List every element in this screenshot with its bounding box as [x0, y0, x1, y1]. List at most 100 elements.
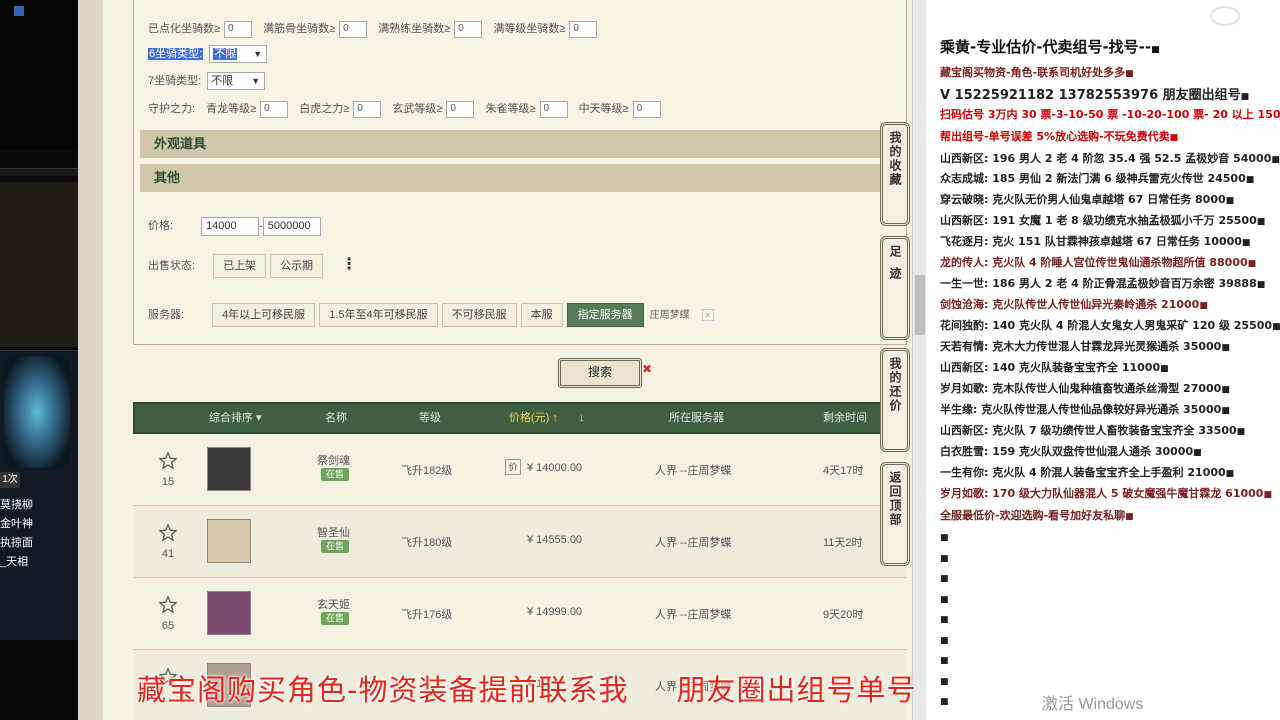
- caption-left: 藏宝阁购买角色-物资装备提前联系我: [137, 673, 629, 707]
- note-bullet: ■: [940, 594, 949, 605]
- guard-row: 守护之力: 青龙等级≥ 0 白虎之力≥ 0 玄武等级≥ 0 朱雀等级≥ 0 中天等级≥ 0: [148, 100, 669, 118]
- pet-portrait: [4, 356, 70, 468]
- mount6-label: 6坐骑类型:: [148, 48, 204, 60]
- mount6-row: 6坐骑类型: 不限 ▼: [148, 45, 268, 64]
- on-sale-badge: 在售: [321, 540, 349, 553]
- search-button[interactable]: 搜索: [558, 358, 642, 388]
- name-header: 名称: [325, 412, 347, 424]
- note-bullet: ■: [940, 574, 949, 584]
- bone-mount-input[interactable]: 0: [339, 20, 368, 38]
- note-bullet: ■: [940, 635, 949, 646]
- favorite-count: 15: [161, 476, 175, 488]
- table-row[interactable]: 41 智圣仙 在售 飞升180级 ¥ 14555.00 人界 --庄周梦蝶 11天2时: [133, 506, 907, 578]
- note-line: 花间独酌: 140 克火队 4 阶混人女鬼女人男鬼采矿 120 级 25500■: [940, 319, 1280, 332]
- server-1-5y-button[interactable]: 1.5年至4年可移民服: [319, 303, 438, 327]
- character-name[interactable]: 玄天姬: [317, 596, 350, 612]
- close-icon[interactable]: ×: [701, 309, 714, 321]
- status-preview-button[interactable]: 公示期: [270, 254, 324, 279]
- more-icon[interactable]: ⋮: [341, 256, 357, 273]
- price-max-input[interactable]: 5000000: [262, 217, 321, 236]
- browser-page: 已点化坐骑数≥ 0 满筋骨坐骑数≥ 0 满熟练坐骑数≥ 0 满等级坐骑数≥ 0 6坐骑类…: [78, 0, 913, 720]
- favorite-count: 65: [161, 620, 175, 632]
- bargain-icon[interactable]: 价: [505, 459, 521, 475]
- character-name[interactable]: 祭剑魂: [317, 452, 350, 468]
- price-sort-down-icon[interactable]: ↓: [579, 404, 585, 432]
- avatar[interactable]: [207, 447, 251, 491]
- game-text-line: _天相: [0, 556, 29, 568]
- favorite-star-icon[interactable]: [159, 452, 177, 470]
- note-line: 一生一世: 186 男人 2 老 4 阶正骨混孟极妙音百万余密 39888■: [940, 277, 1266, 290]
- filter-label: 满筋骨坐骑数≥: [263, 23, 336, 35]
- favorite-star-icon[interactable]: [159, 524, 177, 542]
- note-bullet: ■: [940, 533, 949, 543]
- price-min-input[interactable]: 14000: [201, 217, 260, 236]
- qinglong-input[interactable]: 0: [260, 100, 289, 118]
- sort-header[interactable]: 综合排序 ▾: [209, 404, 262, 432]
- filter-label: 青龙等级≥: [206, 103, 257, 115]
- price-header[interactable]: 价格(元) ↑: [509, 404, 558, 432]
- history-tab-label: 足迹: [888, 245, 902, 289]
- skill-mount-input[interactable]: 0: [454, 20, 483, 38]
- server-no-migrate-button[interactable]: 不可移民服: [441, 303, 517, 327]
- back-to-top-tab-label: 返回顶部: [888, 471, 902, 527]
- note-line: 岁月如歌: 170 级大力队仙器混人 5 破女魔强牛魔甘霖龙 61000■: [940, 487, 1272, 500]
- scrollbar-thumb[interactable]: [915, 275, 925, 335]
- counteroffer-tab[interactable]: 我的还价: [880, 348, 910, 452]
- mount6-select[interactable]: 不限 ▼: [209, 45, 268, 64]
- xuanwu-input[interactable]: 0: [446, 100, 475, 118]
- game-toolbar: [0, 168, 78, 176]
- favorite-star-icon[interactable]: [159, 596, 177, 614]
- character-level: 飞升176级: [401, 609, 453, 621]
- character-level: 飞升180级: [401, 537, 453, 549]
- time-remaining: 9天20时: [823, 609, 864, 621]
- game-scene: [0, 182, 78, 347]
- history-tab[interactable]: 足迹: [880, 236, 910, 340]
- note-bullet: ■: [940, 656, 949, 666]
- watermark-logo-icon: [1210, 6, 1240, 26]
- table-row[interactable]: 15 祭剑魂 在售 飞升182级 价 ¥ 14000.00 人界 --庄周梦蝶 4天17时: [133, 434, 907, 506]
- time-remaining: 11天2时: [823, 537, 863, 549]
- game-marker-icon: [14, 6, 24, 16]
- refined-mount-input[interactable]: 0: [224, 20, 253, 38]
- time-remaining: 4天17时: [823, 465, 864, 477]
- section-other[interactable]: 其他: [140, 164, 902, 192]
- zhuque-input[interactable]: 0: [539, 100, 568, 118]
- filter-label: 白虎之力≥: [299, 103, 350, 115]
- filter-label: 满等级坐骑数≥: [493, 23, 566, 35]
- character-name[interactable]: 智圣仙: [317, 524, 350, 540]
- note-line: 众志成城: 185 男仙 2 新法门满 6 级神兵雷克火传世 24500■: [940, 172, 1255, 185]
- note-bullet: ■: [940, 615, 949, 625]
- page-scrollbar[interactable]: [912, 0, 926, 720]
- caption-right: 朋友圈出组号单号: [676, 673, 917, 707]
- back-to-top-tab[interactable]: 返回顶部: [880, 462, 910, 566]
- game-text-line: 执掠面: [0, 537, 33, 549]
- character-server: 人界 --庄周梦蝶: [655, 537, 732, 549]
- zhongtian-input[interactable]: 0: [632, 100, 661, 118]
- clear-icon[interactable]: ✖: [642, 362, 652, 376]
- favorites-tab[interactable]: 我的收藏: [880, 122, 910, 226]
- notes-panel: 乘黄-专业估价-代卖组号-找号--■ 藏宝阁买物资-角色-联系司机好处多多■ V …: [926, 0, 1280, 720]
- server-specified-button[interactable]: 指定服务器: [566, 303, 644, 327]
- note-line: 山西新区: 196 男人 2 老 4 阶忽 35.4 强 52.5 孟极妙音 5…: [940, 152, 1280, 165]
- section-appearance[interactable]: 外观道具: [140, 130, 902, 158]
- notes-title: 乘黄-专业估价-代卖组号-找号--■: [940, 38, 1160, 56]
- game-text-line: 莫挠柳: [0, 499, 33, 511]
- baihu-input[interactable]: 0: [353, 100, 382, 118]
- favorites-tab-label: 我的收藏: [888, 131, 902, 187]
- price-label: 价格:: [148, 220, 174, 233]
- table-row[interactable]: 65 玄天姬 在售 飞升176级 ¥ 14999.00 人界 --庄周梦蝶 9天20时: [133, 578, 907, 650]
- server-4y-button[interactable]: 4年以上可移民服: [212, 303, 316, 327]
- note-line: 剑蚀沧海: 克火队传世人传世仙异光秦岭通杀 21000■: [940, 298, 1208, 311]
- table-header: 综合排序 ▾ 名称 等级 价格(元) ↑ ↓ 所在服务器 剩余时间: [133, 402, 907, 434]
- level-mount-input[interactable]: 0: [569, 20, 598, 38]
- note-line: 天若有情: 克木大力传世混人甘霖龙异光灵猴通杀 35000■: [940, 340, 1230, 353]
- server-this-button[interactable]: 本服: [520, 303, 563, 327]
- time-header: 剩余时间: [823, 412, 867, 424]
- chevron-down-icon: ▼: [253, 49, 263, 60]
- avatar[interactable]: [207, 591, 251, 635]
- avatar[interactable]: [207, 519, 251, 563]
- server-header: 所在服务器: [669, 412, 724, 424]
- game-count-badge: 1次: [0, 472, 20, 488]
- status-listed-button[interactable]: 已上架: [213, 254, 267, 279]
- mount7-select[interactable]: 不限 ▼: [207, 72, 266, 91]
